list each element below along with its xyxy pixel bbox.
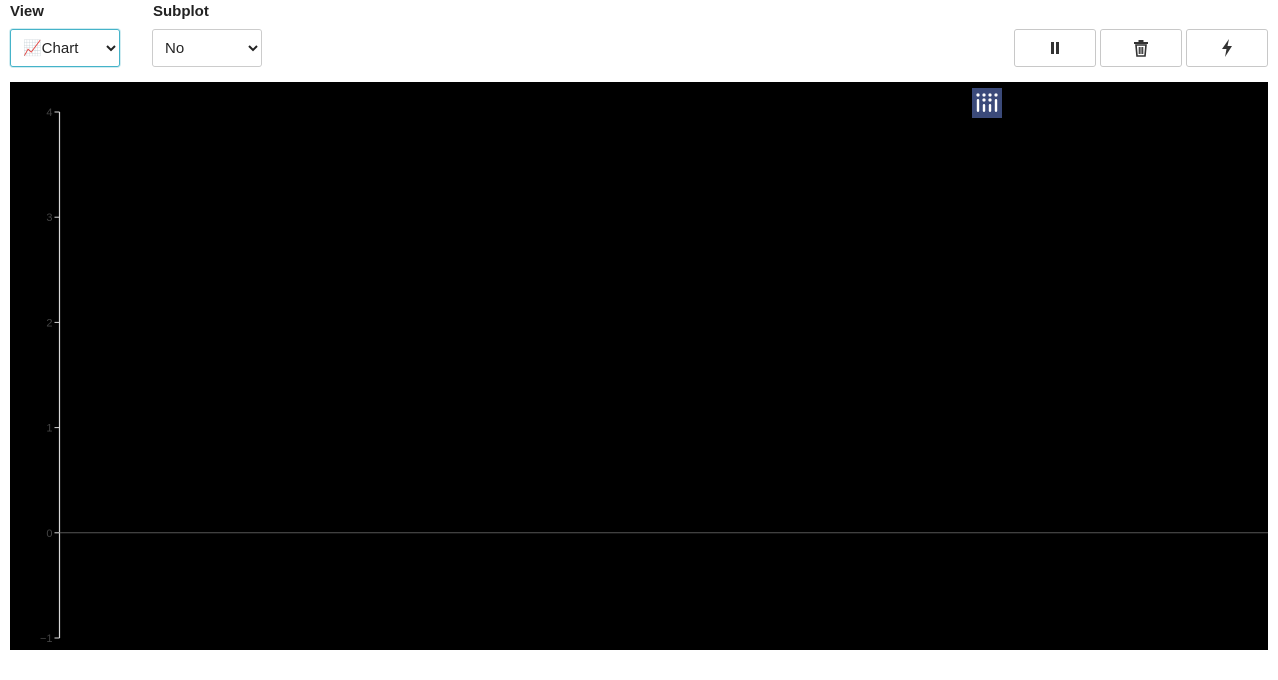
lightning-button[interactable] bbox=[1186, 29, 1268, 67]
home-button[interactable] bbox=[972, 88, 1226, 118]
y-tick-label: 1 bbox=[46, 423, 52, 435]
y-tick-label: 0 bbox=[46, 528, 52, 540]
view-select[interactable]: 📈Chart bbox=[10, 29, 120, 67]
delete-button[interactable] bbox=[1100, 29, 1182, 67]
pause-button[interactable] bbox=[1014, 29, 1096, 67]
y-tick-label: 2 bbox=[46, 317, 52, 329]
modebar bbox=[972, 88, 1268, 118]
subplot-label: Subplot bbox=[153, 3, 209, 20]
autoscale-button[interactable] bbox=[972, 88, 1192, 118]
pause-icon bbox=[1051, 42, 1059, 54]
lightning-icon bbox=[1222, 39, 1232, 57]
trash-icon bbox=[1134, 40, 1148, 57]
plot-area[interactable]: −1 0 1 2 3 4 bbox=[10, 82, 1268, 650]
y-tick-label: 4 bbox=[46, 107, 52, 119]
footer-strip bbox=[0, 650, 1278, 680]
chart-svg: −1 0 1 2 3 4 bbox=[40, 107, 1268, 645]
view-label: View bbox=[10, 3, 44, 20]
plotly-logo-button[interactable] bbox=[972, 88, 1268, 118]
pan-button[interactable] bbox=[972, 88, 1082, 118]
plotly-logo-icon bbox=[972, 88, 1002, 118]
subplot-select[interactable]: No bbox=[152, 29, 262, 67]
y-tick-label: −1 bbox=[40, 633, 53, 645]
zoom-in-button[interactable] bbox=[972, 88, 1124, 118]
zoom-out-button[interactable] bbox=[972, 88, 1158, 118]
y-tick-label: 3 bbox=[46, 212, 52, 224]
zoom-button[interactable] bbox=[973, 88, 1048, 118]
